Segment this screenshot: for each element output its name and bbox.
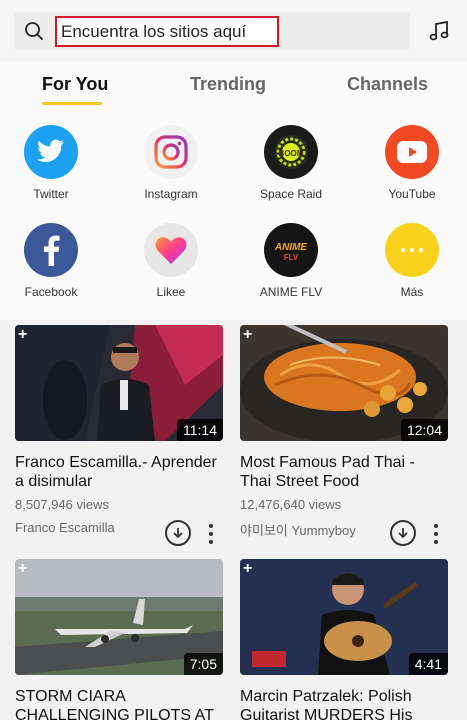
- shortcut-label: Likee: [156, 285, 186, 299]
- add-icon[interactable]: +: [243, 326, 252, 344]
- video-card[interactable]: + 12:04 Most Famous Pad Thai - Thai Stre…: [240, 325, 448, 546]
- space-raid-icon: BOOM: [264, 125, 318, 179]
- more-options-icon[interactable]: [206, 521, 216, 547]
- facebook-icon: [24, 223, 78, 277]
- active-tab-indicator: [42, 102, 102, 105]
- shortcut-label: ANIME FLV: [259, 285, 323, 299]
- video-card[interactable]: + 7:05 STORM CIARA CHALLENGING PILOTS AT: [15, 559, 223, 720]
- more-dots-icon: [385, 223, 439, 277]
- video-title[interactable]: Franco Escamilla.- Aprender a disimular: [15, 453, 223, 491]
- instagram-icon: [144, 125, 198, 179]
- video-thumbnail[interactable]: + 7:05: [15, 559, 223, 675]
- video-thumbnail[interactable]: + 12:04: [240, 325, 448, 441]
- shortcut-label: YouTube: [388, 187, 436, 201]
- video-card[interactable]: + 11:14 Franco Escamilla.- Aprender a di…: [15, 325, 223, 546]
- video-duration: 11:14: [177, 419, 223, 441]
- video-views: 8,507,946 views: [15, 497, 109, 512]
- tab-channels[interactable]: Channels: [347, 74, 428, 95]
- shortcut-label: Space Raid: [259, 187, 323, 201]
- tab-for-you[interactable]: For You: [42, 74, 108, 95]
- search-input[interactable]: Encuentra los sitios aquí: [55, 16, 279, 47]
- twitter-icon: [24, 125, 78, 179]
- download-button[interactable]: [390, 520, 416, 546]
- shortcut-instagram[interactable]: Instagram: [121, 125, 221, 201]
- shortcut-likee[interactable]: Likee: [121, 223, 221, 299]
- search-bar[interactable]: Encuentra los sitios aquí: [14, 12, 410, 50]
- video-duration: 7:05: [183, 653, 223, 675]
- svg-text:ANIME: ANIME: [274, 242, 308, 253]
- top-bar: Encuentra los sitios aquí: [0, 0, 467, 62]
- shortcut-space-raid[interactable]: BOOM Space Raid: [241, 125, 341, 201]
- video-channel[interactable]: Franco Escamilla: [15, 520, 223, 535]
- shortcut-label: Más: [400, 285, 424, 299]
- svg-text:BOOM: BOOM: [279, 149, 304, 158]
- video-thumbnail[interactable]: + 4:41: [240, 559, 448, 675]
- add-icon[interactable]: +: [18, 560, 27, 578]
- shortcut-label: Facebook: [24, 285, 78, 299]
- video-duration: 4:41: [408, 653, 448, 675]
- shortcut-anime-flv[interactable]: ANIME FLV ANIME FLV: [241, 223, 341, 299]
- svg-text:FLV: FLV: [284, 253, 299, 262]
- tab-bar: For You Trending Channels: [0, 62, 467, 110]
- shortcut-label: Instagram: [144, 187, 198, 201]
- more-options-icon[interactable]: [431, 521, 441, 547]
- shortcut-label: Twitter: [33, 187, 69, 201]
- download-icon: [398, 528, 408, 539]
- shortcut-youtube[interactable]: YouTube: [362, 125, 462, 201]
- add-icon[interactable]: +: [18, 326, 27, 344]
- add-icon[interactable]: +: [243, 560, 252, 578]
- video-title[interactable]: Most Famous Pad Thai - Thai Street Food: [240, 453, 448, 491]
- tab-trending[interactable]: Trending: [190, 74, 266, 95]
- shortcut-more[interactable]: Más: [362, 223, 462, 299]
- shortcut-grid: Twitter Instagram BOOM Space Raid YouTub…: [0, 110, 467, 320]
- download-button[interactable]: [165, 520, 191, 546]
- video-views: 12,476,640 views: [240, 497, 342, 512]
- anime-flv-icon: ANIME FLV: [264, 223, 318, 277]
- video-title[interactable]: Marcin Patrzalek: Polish Guitarist MURDE…: [240, 687, 448, 720]
- video-channel[interactable]: 야미보이 Yummyboy: [240, 520, 448, 539]
- shortcut-twitter[interactable]: Twitter: [1, 125, 101, 201]
- shortcut-facebook[interactable]: Facebook: [1, 223, 101, 299]
- music-note-icon[interactable]: [428, 20, 450, 42]
- video-thumbnail[interactable]: + 11:14: [15, 325, 223, 441]
- youtube-icon: [385, 125, 439, 179]
- video-card[interactable]: + 4:41 Marcin Patrzalek: Polish Guitaris…: [240, 559, 448, 720]
- video-duration: 12:04: [400, 419, 448, 441]
- search-icon[interactable]: [24, 21, 44, 41]
- download-icon: [173, 528, 183, 539]
- likee-icon: [144, 223, 198, 277]
- video-title[interactable]: STORM CIARA CHALLENGING PILOTS AT: [15, 687, 223, 720]
